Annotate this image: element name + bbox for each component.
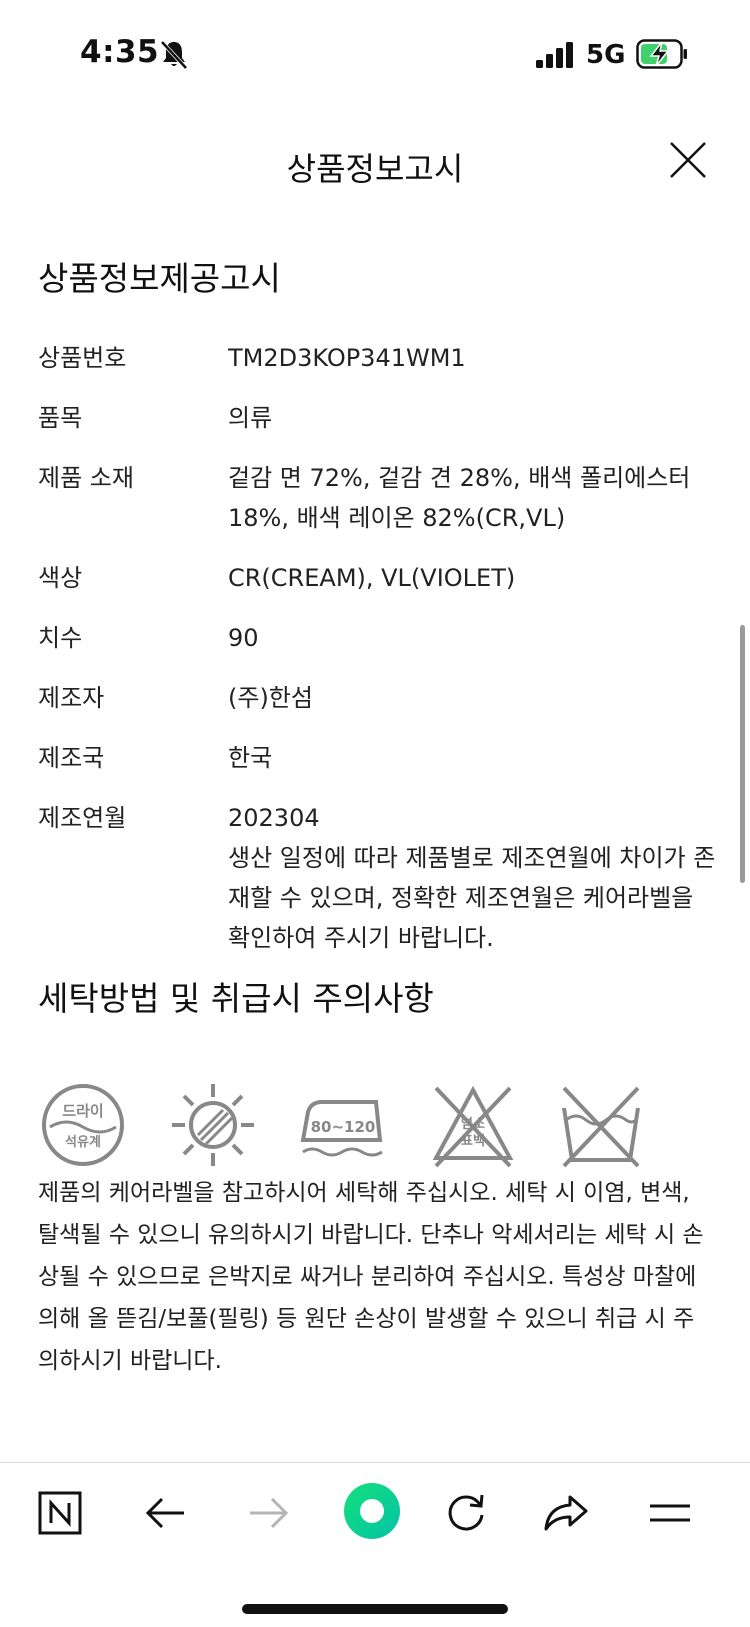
row-value: 겉감 면 72%, 겉감 견 28%, 배색 폴리에스터 18%, 배색 레이온… xyxy=(228,464,691,532)
row-label: 치수 xyxy=(38,624,83,652)
share-icon xyxy=(544,1495,588,1531)
back-arrow-icon xyxy=(145,1497,184,1529)
dry-clean-bottom-text: 석유계 xyxy=(65,1135,101,1150)
row-label: 제조국 xyxy=(38,744,105,772)
manufacture-date-value: 202304 xyxy=(228,804,320,832)
info-row-category: 품목 의류 xyxy=(38,402,718,438)
row-value: TM2D3KOP341WM1 xyxy=(228,344,466,372)
row-value: 202304 생산 일정에 따라 제품별로 제조연월에 차이가 존재할 수 있으… xyxy=(228,798,718,958)
info-row-manufacture-date: 제조연월 202304 생산 일정에 따라 제품별로 제조연월에 차이가 존재할… xyxy=(38,802,718,958)
home-indicator[interactable] xyxy=(242,1604,508,1614)
info-row-product-number: 상품번호 TM2D3KOP341WM1 xyxy=(38,342,718,378)
info-row-material: 제품 소재 겉감 면 72%, 겉감 견 28%, 배색 폴리에스터 18%, … xyxy=(38,462,718,538)
no-bleach-icon: 염소 표백 xyxy=(432,1085,514,1168)
row-value: 90 xyxy=(228,624,259,652)
iron-icon: 80~120 xyxy=(300,1100,383,1157)
naver-home-button[interactable] xyxy=(32,1485,88,1541)
scrollbar[interactable] xyxy=(740,625,745,883)
menu-icon xyxy=(650,1504,690,1522)
green-dot-button[interactable] xyxy=(340,1479,404,1543)
iron-temp-text: 80~120 xyxy=(311,1118,376,1136)
row-label: 제조연월 xyxy=(38,804,127,832)
row-label: 품목 xyxy=(38,404,83,432)
product-info-table: 상품번호 TM2D3KOP341WM1 품목 의류 제품 소재 겉감 면 72%… xyxy=(38,342,718,982)
dry-clean-icon: 드라이 석유계 xyxy=(42,1084,124,1166)
browser-toolbar xyxy=(0,1462,750,1627)
info-row-manufacturer: 제조자 (주)한섬 xyxy=(38,682,718,718)
bell-slash-icon xyxy=(160,40,188,70)
row-value: 의류 xyxy=(228,404,273,432)
manufacture-date-note: 생산 일정에 따라 제품별로 제조연월에 차이가 존재할 수 있으며, 정확한 … xyxy=(228,844,716,952)
naver-home-icon xyxy=(38,1491,82,1535)
product-info-title: 상품정보제공고시 xyxy=(38,259,281,298)
forward-button[interactable] xyxy=(240,1485,296,1541)
header: 상품정보고시 xyxy=(0,120,750,210)
row-value: CR(CREAM), VL(VIOLET) xyxy=(228,564,516,592)
care-section-title: 세탁방법 및 취급시 주의사항 xyxy=(38,979,434,1018)
row-label: 제품 소재 xyxy=(38,464,134,492)
green-dot-icon xyxy=(344,1483,400,1539)
info-row-color: 색상 CR(CREAM), VL(VIOLET) xyxy=(38,562,718,598)
care-icons: 드라이 석유계 80~120 염소 표백 xyxy=(38,1080,688,1180)
status-time: 4:35 xyxy=(80,34,160,70)
row-value: 한국 xyxy=(228,744,273,772)
forward-arrow-icon xyxy=(250,1497,289,1529)
page-title: 상품정보고시 xyxy=(286,150,464,188)
back-button[interactable] xyxy=(138,1485,194,1541)
signal-icon xyxy=(536,42,573,68)
no-wash-icon xyxy=(562,1086,640,1168)
row-label: 상품번호 xyxy=(38,344,127,372)
care-instructions: 제품의 케어라벨을 참고하시어 세탁해 주십시오. 세탁 시 이염, 변색, 탈… xyxy=(38,1180,704,1374)
refresh-button[interactable] xyxy=(438,1485,494,1541)
no-bleach-bottom-text: 표백 xyxy=(461,1134,485,1149)
row-label: 색상 xyxy=(38,564,83,592)
info-row-size: 치수 90 xyxy=(38,622,718,658)
network-label: 5G xyxy=(586,40,626,70)
info-row-country: 제조국 한국 xyxy=(38,742,718,778)
no-sun-dry-icon xyxy=(172,1084,254,1166)
row-value: (주)한섬 xyxy=(228,684,313,712)
battery-charging-icon xyxy=(636,39,687,69)
status-bar: 4:35 5G xyxy=(0,0,750,110)
dry-clean-top-text: 드라이 xyxy=(62,1102,103,1120)
share-button[interactable] xyxy=(538,1485,594,1541)
row-label: 제조자 xyxy=(38,684,105,712)
menu-button[interactable] xyxy=(640,1485,700,1541)
no-bleach-top-text: 염소 xyxy=(461,1116,485,1132)
close-button[interactable] xyxy=(668,140,708,180)
refresh-icon xyxy=(448,1494,484,1531)
